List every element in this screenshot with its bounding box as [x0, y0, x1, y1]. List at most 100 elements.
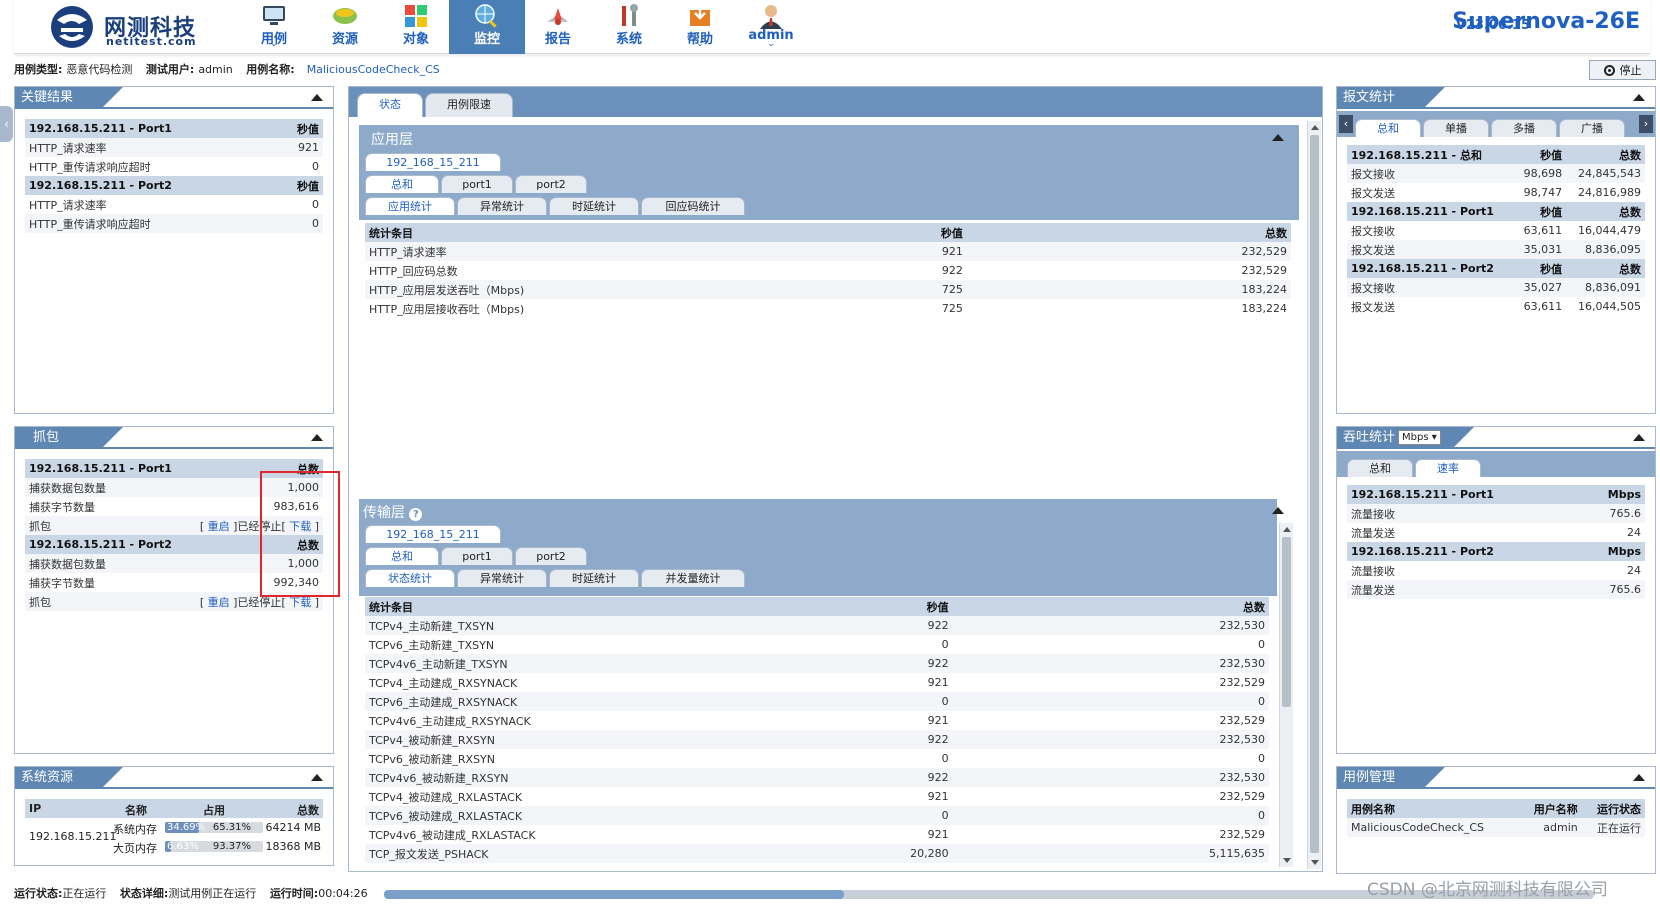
- case-name-value[interactable]: MaliciousCodeCheck_CS: [307, 63, 440, 76]
- scroll-down-icon[interactable]: [1283, 858, 1291, 863]
- tab-port2[interactable]: port2: [515, 175, 587, 193]
- product-name: Supernova-26E: [1452, 9, 1640, 34]
- nav-objects[interactable]: 对象: [378, 0, 454, 54]
- stat-value: 725: [828, 280, 967, 299]
- tab-scroll-right-icon[interactable]: ›: [1639, 115, 1653, 133]
- column-header: 总数: [1566, 202, 1645, 221]
- stat-label: 抓包: [25, 592, 187, 611]
- table-group-header: 192.168.15.211 - Port2 Mbps: [1347, 542, 1645, 561]
- mem-free-pct: 93.37%: [212, 841, 251, 852]
- mem-free-pct: 65.31%: [212, 822, 251, 833]
- stat-value: 232,529: [1219, 676, 1266, 689]
- group-title: 192.168.15.211 - Port2: [1347, 542, 1582, 561]
- nav-help[interactable]: 帮助 ⌄: [662, 0, 738, 54]
- tab-error-stats[interactable]: 异常统计: [457, 569, 547, 587]
- tab-respcode-stats[interactable]: 回应码统计: [641, 197, 745, 215]
- nav-monitor[interactable]: 监控: [449, 0, 525, 54]
- tab-port1[interactable]: port1: [441, 175, 513, 193]
- progress-fill: [384, 890, 844, 899]
- column-header: 总数: [952, 597, 1269, 616]
- collapse-icon[interactable]: [311, 94, 323, 101]
- download-capture-link[interactable]: 下载: [289, 596, 311, 609]
- stat-value: 0: [817, 692, 953, 711]
- tab-broadcast[interactable]: 广播: [1559, 119, 1625, 137]
- tab-latency-stats[interactable]: 时延统计: [549, 197, 639, 215]
- tab-ip-app[interactable]: 192_168_15_211: [365, 153, 501, 171]
- tab-multicast[interactable]: 多播: [1491, 119, 1557, 137]
- tab-scroll-left-icon[interactable]: ‹: [1339, 115, 1353, 133]
- stat-label: TCPv4_被动建成_RXLASTACK: [369, 790, 523, 804]
- table-row: 报文接收 63,611 16,044,479: [1347, 221, 1645, 240]
- table-group-header: 192.168.15.211 - 总和 秒值 总数: [1347, 145, 1645, 164]
- stat-value: 16,044,479: [1578, 224, 1641, 237]
- stat-value: 8,836,095: [1566, 240, 1645, 259]
- collapse-icon[interactable]: [311, 434, 323, 441]
- nav-objects-label: 对象: [402, 32, 429, 47]
- nav-resources[interactable]: 资源: [307, 0, 383, 54]
- column-header: 统计条目: [365, 223, 828, 242]
- run-time-key: 运行时间:: [269, 887, 319, 900]
- packet-stats-table: 192.168.15.211 - 总和 秒值 总数 报文接收 98,698 24,845,…: [1347, 145, 1645, 316]
- nav-cases[interactable]: 用例 ⌄: [236, 0, 312, 54]
- stat-label: 流量接收: [1351, 564, 1395, 578]
- case-row[interactable]: MaliciousCodeCheck_CS admin 正在运行: [1347, 818, 1645, 837]
- collapse-icon[interactable]: [1633, 774, 1645, 781]
- center-scrollbar[interactable]: [1307, 121, 1321, 869]
- chevron-down-icon: ⌄: [270, 39, 278, 49]
- chevron-down-icon: ⌄: [696, 39, 704, 49]
- restart-capture-link[interactable]: 重启: [208, 520, 230, 533]
- stat-value: 232,529: [966, 242, 1291, 261]
- case-name-link[interactable]: MaliciousCodeCheck_CS: [1347, 818, 1519, 837]
- tab-latency-stats[interactable]: 时延统计: [549, 569, 639, 587]
- tab-concurrency-stats[interactable]: 并发量统计: [641, 569, 745, 587]
- scroll-up-icon[interactable]: [1283, 527, 1291, 532]
- collapse-icon[interactable]: [1633, 94, 1645, 101]
- column-header: 秒值: [273, 176, 323, 195]
- test-user-key: 测试用户:: [145, 63, 195, 76]
- stat-value: 922: [817, 616, 953, 635]
- collapse-icon[interactable]: [1272, 507, 1284, 514]
- transport-scrollbar[interactable]: [1279, 523, 1293, 867]
- scroll-thumb[interactable]: [1310, 135, 1319, 853]
- tab-total[interactable]: 总和: [1355, 119, 1421, 137]
- tab-unicast[interactable]: 单播: [1423, 119, 1489, 137]
- stat-value: 98,698: [1514, 164, 1567, 183]
- column-header: 秒值: [1514, 145, 1567, 164]
- collapse-icon[interactable]: [1633, 434, 1645, 441]
- nav-user-admin[interactable]: admin ⌄: [733, 0, 809, 54]
- run-state-key: 运行状态:: [14, 887, 63, 900]
- watermark: CSDN @北京网测科技有限公司: [1367, 880, 1608, 900]
- scroll-up-icon[interactable]: [1311, 125, 1319, 130]
- netitest-logo[interactable]: 网测科技 netitest.com: [49, 4, 209, 50]
- collapse-icon[interactable]: [1272, 134, 1284, 141]
- tab-error-stats[interactable]: 异常统计: [457, 197, 547, 215]
- sidebar-toggle[interactable]: ‹: [0, 106, 13, 142]
- tab-port-sum[interactable]: 总和: [365, 175, 439, 193]
- stat-label: HTTP_请求速率: [29, 198, 107, 212]
- unit-select[interactable]: Mbps ▾: [1398, 430, 1441, 445]
- tab-app-stats[interactable]: 应用统计: [365, 197, 455, 215]
- tab-port2[interactable]: port2: [515, 547, 587, 565]
- tab-ip-transport[interactable]: 192_168_15_211: [365, 525, 501, 543]
- scroll-down-icon[interactable]: [1311, 860, 1319, 865]
- case-table-header: 用例名称 用户名称 运行状态: [1347, 799, 1645, 818]
- nav-reports[interactable]: 报告: [520, 0, 596, 54]
- stat-label: HTTP_请求速率: [365, 242, 828, 261]
- nav-system[interactable]: 系统: [591, 0, 667, 54]
- nav-resources-label: 资源: [331, 32, 358, 47]
- tab-status[interactable]: 状态: [357, 93, 423, 117]
- help-icon[interactable]: ?: [409, 508, 423, 521]
- collapse-icon[interactable]: [311, 774, 323, 781]
- stat-value: 765.6: [1581, 504, 1645, 523]
- tab-total[interactable]: 总和: [1347, 459, 1413, 477]
- tab-port-sum[interactable]: 总和: [365, 547, 439, 565]
- stop-button[interactable]: 停止: [1589, 60, 1656, 80]
- restart-capture-link[interactable]: 重启: [208, 596, 230, 609]
- mem-name: 大页内存: [113, 842, 157, 855]
- tab-rate-limit[interactable]: 用例限速: [425, 93, 513, 117]
- group-title: 192.168.15.211 - Port1: [25, 119, 274, 138]
- tab-rate[interactable]: 速率: [1415, 459, 1481, 477]
- tab-state-stats[interactable]: 状态统计: [365, 569, 455, 587]
- scroll-thumb[interactable]: [1282, 537, 1291, 707]
- tab-port1[interactable]: port1: [441, 547, 513, 565]
